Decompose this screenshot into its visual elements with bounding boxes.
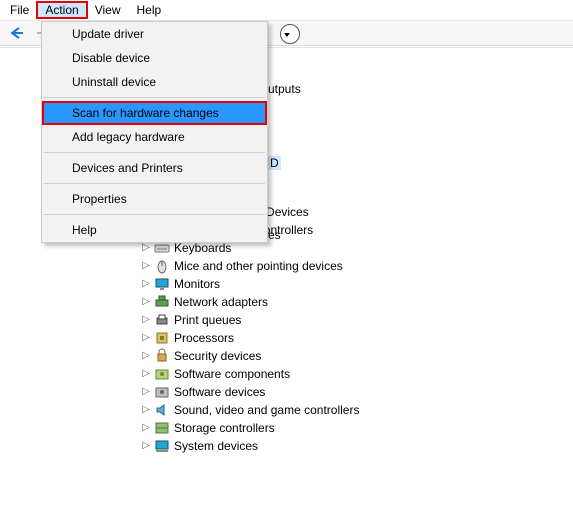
menu-item-uninstall-device[interactable]: Uninstall device: [42, 70, 267, 94]
tree-node-label: Mice and other pointing devices: [174, 257, 343, 275]
tree-node-print-queues[interactable]: Print queues: [140, 311, 573, 329]
sound-icon: [154, 402, 170, 418]
action-menu-dropdown: Update driverDisable deviceUninstall dev…: [41, 21, 268, 243]
expand-icon[interactable]: [140, 257, 152, 275]
menu-help[interactable]: Help: [129, 2, 170, 18]
tree-node-label: Software components: [174, 365, 290, 383]
tree-node-mice-and-other-pointing-devices[interactable]: Mice and other pointing devices: [140, 257, 573, 275]
menu-separator: [44, 214, 265, 215]
back-button[interactable]: [4, 22, 30, 44]
tree-node-security-devices[interactable]: Security devices: [140, 347, 573, 365]
tree-node-monitors[interactable]: Monitors: [140, 275, 573, 293]
menu-action[interactable]: Action: [37, 2, 86, 18]
tree-node-label: Software devices: [174, 383, 265, 401]
tree-node-network-adapters[interactable]: Network adapters: [140, 293, 573, 311]
storage-icon: [154, 420, 170, 436]
expand-icon[interactable]: [140, 365, 152, 383]
expand-icon[interactable]: [140, 347, 152, 365]
peek-text-3: es: [268, 228, 281, 242]
tree-node-label: Sound, video and game controllers: [174, 401, 359, 419]
network-icon: [154, 294, 170, 310]
expand-icon[interactable]: [140, 275, 152, 293]
tree-node-system-devices[interactable]: System devices: [140, 437, 573, 455]
expand-icon[interactable]: [140, 311, 152, 329]
menu-item-help[interactable]: Help: [42, 218, 267, 242]
toolbar-circle-icon[interactable]: [280, 24, 300, 44]
tree-node-label: Security devices: [174, 347, 261, 365]
printer-icon: [154, 312, 170, 328]
expand-icon[interactable]: [140, 401, 152, 419]
tree-node-software-devices[interactable]: Software devices: [140, 383, 573, 401]
menu-item-disable-device[interactable]: Disable device: [42, 46, 267, 70]
tree-node-processors[interactable]: Processors: [140, 329, 573, 347]
menu-separator: [44, 97, 265, 98]
peek-text-1: utputs: [268, 82, 301, 96]
tree-node-label: Network adapters: [174, 293, 268, 311]
tree-node-label: Print queues: [174, 311, 241, 329]
menu-separator: [44, 183, 265, 184]
cpu-icon: [154, 330, 170, 346]
menu-item-update-driver[interactable]: Update driver: [42, 22, 267, 46]
menu-view[interactable]: View: [87, 2, 129, 18]
menu-item-devices-and-printers[interactable]: Devices and Printers: [42, 156, 267, 180]
menu-item-properties[interactable]: Properties: [42, 187, 267, 211]
mouse-icon: [154, 258, 170, 274]
tree-node-label: Storage controllers: [174, 419, 275, 437]
expand-icon[interactable]: [140, 419, 152, 437]
tree-node-label: Processors: [174, 329, 234, 347]
menu-separator: [44, 152, 265, 153]
system-icon: [154, 438, 170, 454]
expand-icon[interactable]: [140, 437, 152, 455]
swcomp-icon: [154, 366, 170, 382]
tree-node-label: System devices: [174, 437, 258, 455]
swdev-icon: [154, 384, 170, 400]
tree-node-label: Monitors: [174, 275, 220, 293]
menu-item-scan-for-hardware-changes[interactable]: Scan for hardware changes: [42, 101, 267, 125]
menubar: File Action View Help: [0, 0, 573, 21]
menu-item-add-legacy-hardware[interactable]: Add legacy hardware: [42, 125, 267, 149]
security-icon: [154, 348, 170, 364]
tree-node-storage-controllers[interactable]: Storage controllers: [140, 419, 573, 437]
tree-node-sound-video-and-game-controllers[interactable]: Sound, video and game controllers: [140, 401, 573, 419]
peek-text-2: D: [268, 156, 281, 170]
expand-icon[interactable]: [140, 329, 152, 347]
tree-node-software-components[interactable]: Software components: [140, 365, 573, 383]
expand-icon[interactable]: [140, 293, 152, 311]
menu-file[interactable]: File: [2, 2, 37, 18]
monitor-icon: [154, 276, 170, 292]
expand-icon[interactable]: [140, 383, 152, 401]
